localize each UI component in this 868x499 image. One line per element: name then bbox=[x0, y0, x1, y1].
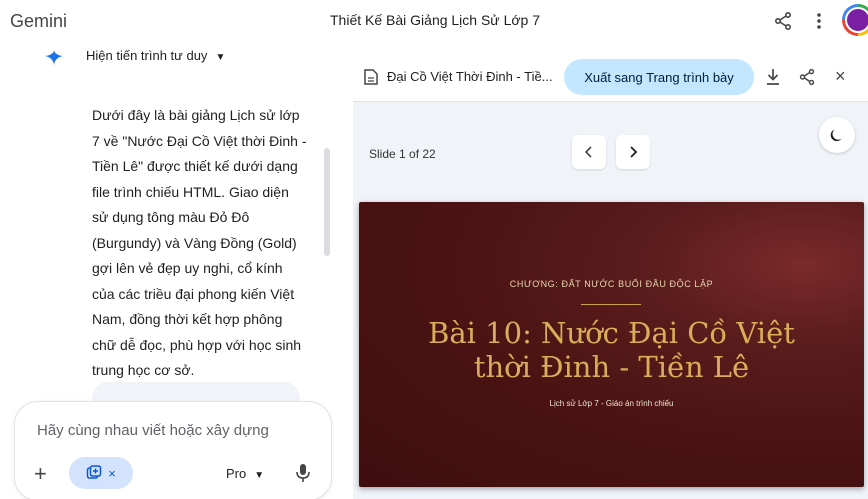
chevron-down-icon: ▼ bbox=[254, 470, 265, 481]
chevron-down-icon: ▼ bbox=[215, 52, 226, 63]
canvas-tool-chip[interactable]: × bbox=[69, 457, 133, 489]
more-vert-icon[interactable] bbox=[809, 11, 829, 31]
next-slide-button[interactable] bbox=[616, 135, 650, 169]
tool-chip-close-icon[interactable]: × bbox=[108, 466, 116, 481]
avatar[interactable] bbox=[842, 4, 868, 36]
model-selector[interactable]: Pro ▼ bbox=[226, 466, 264, 481]
chevron-left-icon bbox=[584, 146, 592, 158]
prompt-input-placeholder[interactable]: Hãy cùng nhau viết hoặc xây dựng bbox=[37, 422, 269, 439]
model-label: Pro bbox=[226, 466, 247, 481]
chat-scrollbar[interactable] bbox=[324, 148, 330, 256]
conversation-title[interactable]: Thiết Kế Bài Giảng Lịch Sử Lớp 7 bbox=[330, 12, 540, 28]
slide-title-line-2: thời Đinh - Tiền Lê bbox=[473, 350, 750, 384]
export-to-slides-button[interactable]: Xuất sang Trang trình bày bbox=[564, 59, 754, 95]
show-thinking-toggle[interactable]: Hiện tiến trình tư duy ▼ bbox=[86, 48, 225, 63]
slide-preview: CHƯƠNG: ĐẤT NƯỚC BUỔI ĐẦU ĐỘC LẬP Bài 10… bbox=[359, 202, 864, 487]
share-icon[interactable] bbox=[773, 11, 793, 31]
gemini-spark-icon bbox=[44, 50, 64, 66]
prompt-input-box[interactable]: Hãy cùng nhau viết hoặc xây dựng + × Pro… bbox=[14, 401, 332, 499]
response-text: Dưới đây là bài giảng Lịch sử lớp 7 về "… bbox=[92, 107, 307, 378]
thinking-label: Hiện tiến trình tư duy bbox=[86, 48, 208, 63]
dark-mode-toggle[interactable] bbox=[819, 117, 855, 153]
close-icon[interactable]: × bbox=[835, 67, 846, 85]
moon-icon bbox=[830, 129, 842, 142]
share-icon[interactable] bbox=[798, 68, 816, 86]
slide-chapter: CHƯƠNG: ĐẤT NƯỚC BUỔI ĐẦU ĐỘC LẬP bbox=[509, 279, 714, 289]
slide-divider bbox=[581, 304, 641, 305]
slide-subtitle: Lịch sử Lớp 7 - Giáo án trình chiếu bbox=[549, 399, 674, 408]
canvas-tool-icon bbox=[86, 465, 102, 479]
top-bar: Gemini Thiết Kế Bài Giảng Lịch Sử Lớp 7 bbox=[0, 0, 868, 44]
canvas-panel: Đại Cồ Việt Thời Đinh - Tiề... Xuất sang… bbox=[353, 52, 868, 499]
app-brand[interactable]: Gemini bbox=[10, 11, 67, 32]
slide-counter: Slide 1 of 22 bbox=[369, 147, 436, 161]
download-icon[interactable] bbox=[765, 68, 781, 86]
plus-icon[interactable]: + bbox=[34, 463, 47, 485]
document-icon bbox=[364, 69, 378, 85]
mic-icon[interactable] bbox=[295, 463, 311, 483]
slide-title-line-1: Bài 10: Nước Đại Cồ Việt bbox=[428, 316, 795, 350]
canvas-header: Đại Cồ Việt Thời Đinh - Tiề... Xuất sang… bbox=[353, 52, 868, 102]
canvas-file-title[interactable]: Đại Cồ Việt Thời Đinh - Tiề... bbox=[387, 69, 553, 84]
previous-slide-button[interactable] bbox=[572, 135, 606, 169]
slide-title: Bài 10: Nước Đại Cồ Việt thời Đinh - Tiề… bbox=[359, 316, 864, 384]
chevron-right-icon bbox=[630, 146, 638, 158]
